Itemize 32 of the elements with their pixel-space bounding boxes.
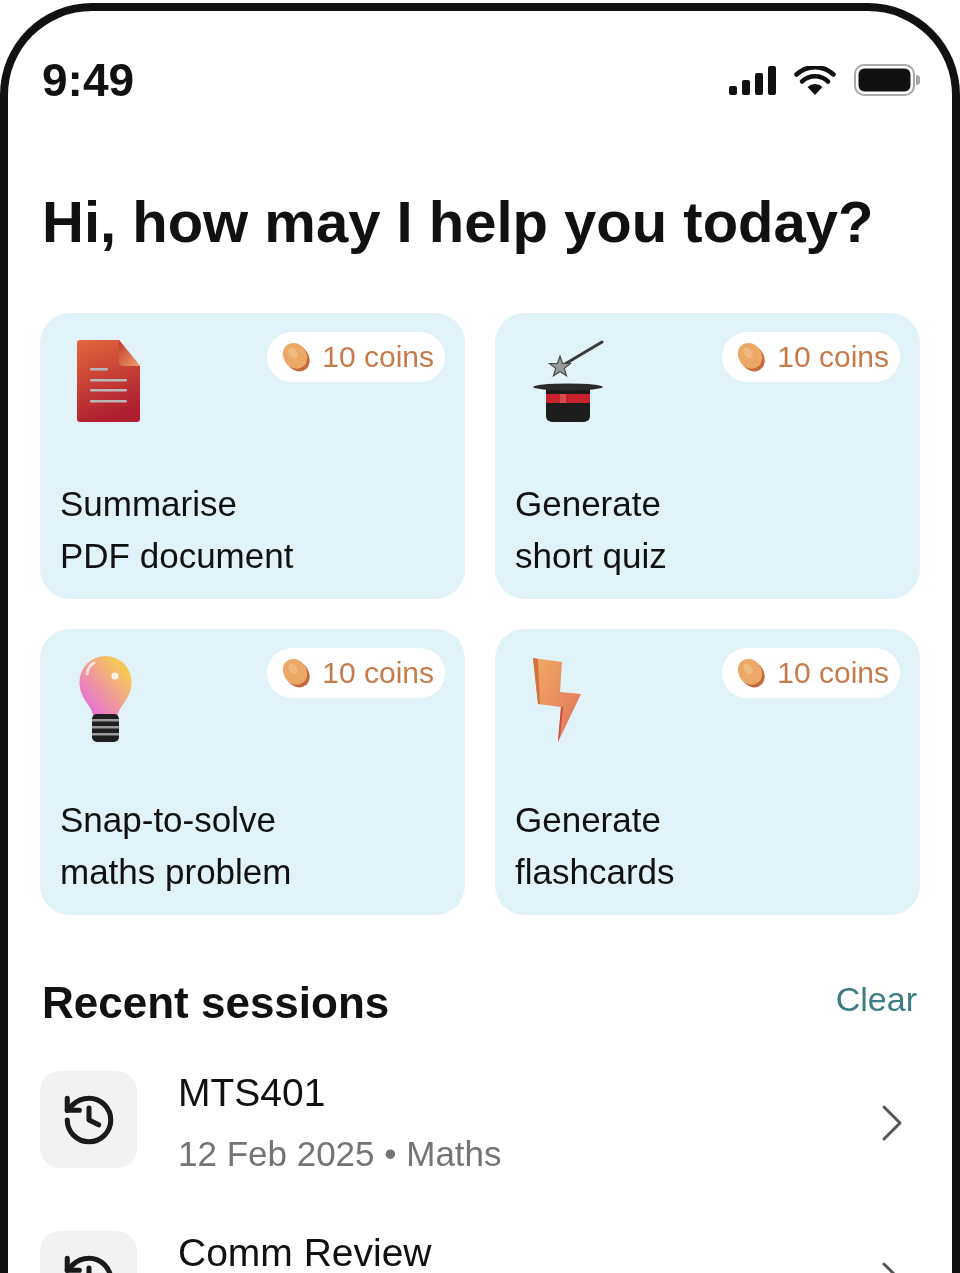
coin-icon [280,656,313,689]
battery-icon [854,64,920,96]
cost-label: 10 coins [777,655,889,690]
coin-icon [735,340,768,373]
lightbulb-icon [77,655,134,743]
coin-icon [280,340,313,373]
cost-label: 10 coins [322,655,434,690]
section-title: Recent sessions [41,976,390,1029]
coin-icon [735,656,768,689]
document-icon [77,339,140,422]
lightning-bolt-icon [532,655,582,744]
chevron-right-icon[interactable] [881,1104,903,1143]
clear-button[interactable]: Clear [835,978,917,1020]
card-title: Generate flashcards [515,798,675,893]
action-card[interactable]: 10 coins Snap-to-solve maths problem [40,628,465,915]
action-card[interactable]: 10 coins Generate flashcards [495,628,920,915]
action-card[interactable]: 10 coins Generate short quiz [495,312,920,599]
signal-icon [729,65,776,95]
cost-label: 10 coins [777,339,889,374]
session-title[interactable]: MTS401 [178,1073,326,1113]
wifi-icon [794,65,836,95]
history-icon [40,1071,137,1169]
action-card[interactable]: 10 coins Summarise PDF document [40,312,465,599]
magic-hat-icon [532,339,604,423]
card-title: Summarise PDF document [60,482,294,577]
card-title: Generate short quiz [515,482,667,577]
session-meta: 12 Feb 2025 • Maths [178,1133,502,1176]
cost-label: 10 coins [322,339,434,374]
session-title[interactable]: Comm Review [178,1233,432,1273]
greeting-heading: Hi, how may I help you today? [41,188,874,256]
card-title: Snap-to-solve maths problem [60,798,292,893]
status-time: 9:49 [41,57,135,103]
